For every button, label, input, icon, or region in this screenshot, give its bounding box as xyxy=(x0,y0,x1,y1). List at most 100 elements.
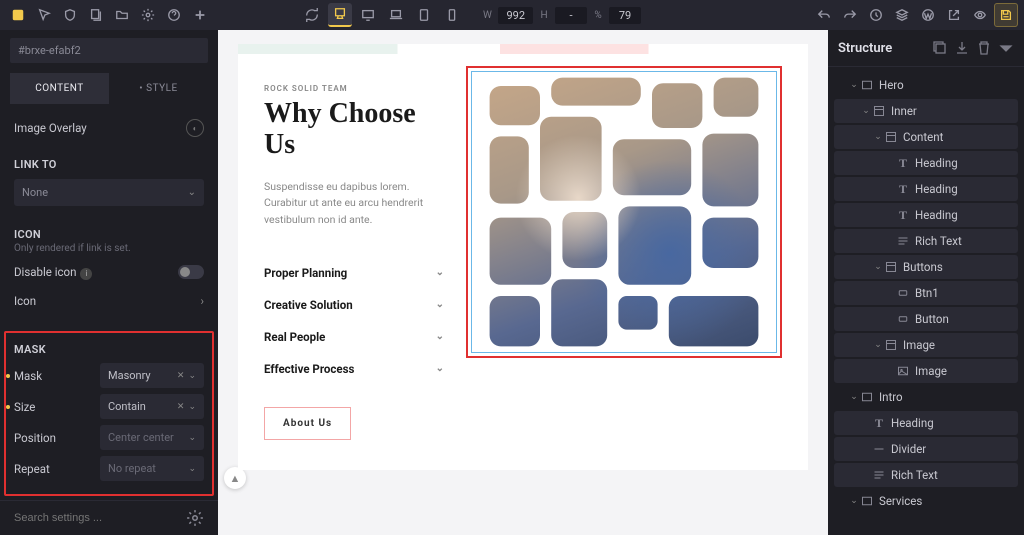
desktop-base-icon[interactable] xyxy=(328,3,352,27)
hint-icon[interactable]: i xyxy=(80,268,92,280)
pages-icon[interactable] xyxy=(84,3,108,27)
heading[interactable]: Why Choose Us xyxy=(264,99,444,161)
disable-icon-label: Disable iconi xyxy=(14,265,92,280)
shield-icon[interactable] xyxy=(58,3,82,27)
scroll-top-icon[interactable]: ▲ xyxy=(224,467,246,489)
chevron-down-icon: ⌄ xyxy=(436,331,444,342)
add-icon[interactable] xyxy=(188,3,212,27)
overlay-color-icon[interactable]: ◐ xyxy=(186,119,204,137)
image-frame-selected[interactable] xyxy=(466,66,782,358)
chevron-right-icon[interactable]: › xyxy=(201,294,204,308)
tree-node[interactable]: Rich Text xyxy=(834,463,1018,487)
repeat-select[interactable]: No repeat⌄ xyxy=(100,456,204,481)
position-select[interactable]: Center center⌄ xyxy=(100,425,204,450)
tree-node[interactable]: ⌄ Image xyxy=(834,333,1018,357)
page-preview: ROCK SOLID TEAM Why Choose Us Suspendiss… xyxy=(238,44,808,470)
gear-icon[interactable] xyxy=(186,509,204,527)
tree-node[interactable]: Button xyxy=(834,307,1018,331)
tree-toggle-icon[interactable]: ⌄ xyxy=(848,496,860,506)
mask-select[interactable]: Masonry✕⌄ xyxy=(100,363,204,388)
mask-section: MASK Mask Masonry✕⌄ Size Contain✕⌄ Posit… xyxy=(4,331,214,496)
size-select[interactable]: Contain✕⌄ xyxy=(100,394,204,419)
node-label: Rich Text xyxy=(891,468,938,482)
tree-node[interactable]: ⌄Buttons xyxy=(834,255,1018,279)
node-label: Image xyxy=(915,364,947,378)
tab-content[interactable]: CONTENT xyxy=(10,73,109,104)
chevron-down-icon: ⌄ xyxy=(436,267,444,278)
accordion-item[interactable]: Creative Solution⌄ xyxy=(264,289,444,321)
tablet-icon[interactable] xyxy=(412,3,436,27)
disable-icon-toggle[interactable] xyxy=(178,265,204,279)
width-value[interactable]: 992 xyxy=(498,7,533,24)
accordion-item[interactable]: Real People⌄ xyxy=(264,321,444,353)
tree-node[interactable]: ⌄Inner xyxy=(834,99,1018,123)
top-toolbar: W 992 H - % 79 xyxy=(0,0,1024,30)
copy-icon[interactable] xyxy=(932,40,948,56)
tree-node[interactable]: THeading xyxy=(834,151,1018,175)
link-to-head: LINK TO xyxy=(14,144,204,175)
tree-node[interactable]: ⌄Intro xyxy=(834,385,1018,409)
link-to-select[interactable]: None ⌄ xyxy=(14,179,204,206)
history-icon[interactable] xyxy=(864,3,888,27)
node-type-icon xyxy=(884,130,898,144)
desktop-icon[interactable] xyxy=(356,3,380,27)
node-label: Hero xyxy=(879,78,904,92)
tree-node[interactable]: ⌄Services xyxy=(834,489,1018,513)
tree-toggle-icon[interactable]: ⌄ xyxy=(872,132,884,142)
repeat-label: Repeat xyxy=(14,462,94,476)
help-icon[interactable] xyxy=(162,3,186,27)
height-value[interactable]: - xyxy=(555,7,587,24)
about-button[interactable]: About Us xyxy=(264,407,351,440)
accordion-item[interactable]: Proper Planning⌄ xyxy=(264,257,444,289)
tree-toggle-icon[interactable]: ⌄ xyxy=(872,340,884,350)
expand-icon[interactable] xyxy=(998,40,1014,56)
tree-toggle-icon[interactable]: ⌄ xyxy=(872,262,884,272)
tree-node[interactable]: ⌄ Hero xyxy=(834,73,1018,97)
node-type-icon xyxy=(860,390,874,404)
node-type-icon xyxy=(896,234,910,248)
tree-node[interactable]: THeading xyxy=(834,203,1018,227)
undo-icon[interactable] xyxy=(812,3,836,27)
settings-icon[interactable] xyxy=(136,3,160,27)
image-overlay-label: Image Overlay xyxy=(14,121,87,135)
link-to-value: None xyxy=(22,186,48,199)
redo-icon[interactable] xyxy=(838,3,862,27)
canvas[interactable]: ▲ ROCK SOLID TEAM Why Choose Us Suspendi… xyxy=(218,30,828,535)
sync-icon[interactable] xyxy=(300,3,324,27)
accordion-item[interactable]: Effective Process⌄ xyxy=(264,353,444,385)
tree-node[interactable]: Image xyxy=(834,359,1018,383)
folder-icon[interactable] xyxy=(110,3,134,27)
trash-icon[interactable] xyxy=(976,40,992,56)
tree-node[interactable]: ⌄Content xyxy=(834,125,1018,149)
tree-toggle-icon[interactable]: ⌄ xyxy=(860,106,872,116)
node-label: Rich Text xyxy=(915,234,962,248)
cursor-icon[interactable] xyxy=(32,3,56,27)
layers-icon[interactable] xyxy=(890,3,914,27)
download-icon[interactable] xyxy=(954,40,970,56)
mobile-icon[interactable] xyxy=(440,3,464,27)
element-id[interactable]: #brxe-efabf2 xyxy=(10,38,208,63)
node-label: Image xyxy=(903,338,935,352)
tree-node[interactable]: THeading xyxy=(834,177,1018,201)
tree-toggle-icon[interactable]: ⌄ xyxy=(848,80,860,90)
chevron-down-icon: ⌄ xyxy=(436,363,444,374)
wordpress-icon[interactable] xyxy=(916,3,940,27)
laptop-icon[interactable] xyxy=(384,3,408,27)
preview-icon[interactable] xyxy=(968,3,992,27)
logo-icon[interactable] xyxy=(6,3,30,27)
tree-node[interactable]: Btn1 xyxy=(834,281,1018,305)
zoom-value[interactable]: 79 xyxy=(609,7,641,24)
node-type-icon: T xyxy=(872,416,886,430)
save-icon[interactable] xyxy=(994,3,1018,27)
tree-toggle-icon[interactable]: ⌄ xyxy=(848,392,860,402)
tree-node[interactable]: Rich Text xyxy=(834,229,1018,253)
intro-paragraph[interactable]: Suspendisse eu dapibus lorem. Curabitur … xyxy=(264,179,444,229)
chevron-down-icon: ⌄ xyxy=(436,299,444,310)
search-settings-input[interactable] xyxy=(14,512,186,524)
node-label: Button xyxy=(915,312,949,326)
node-type-icon xyxy=(860,494,874,508)
tree-node[interactable]: Divider xyxy=(834,437,1018,461)
tree-node[interactable]: THeading xyxy=(834,411,1018,435)
external-icon[interactable] xyxy=(942,3,966,27)
tab-style[interactable]: • STYLE xyxy=(109,73,208,104)
